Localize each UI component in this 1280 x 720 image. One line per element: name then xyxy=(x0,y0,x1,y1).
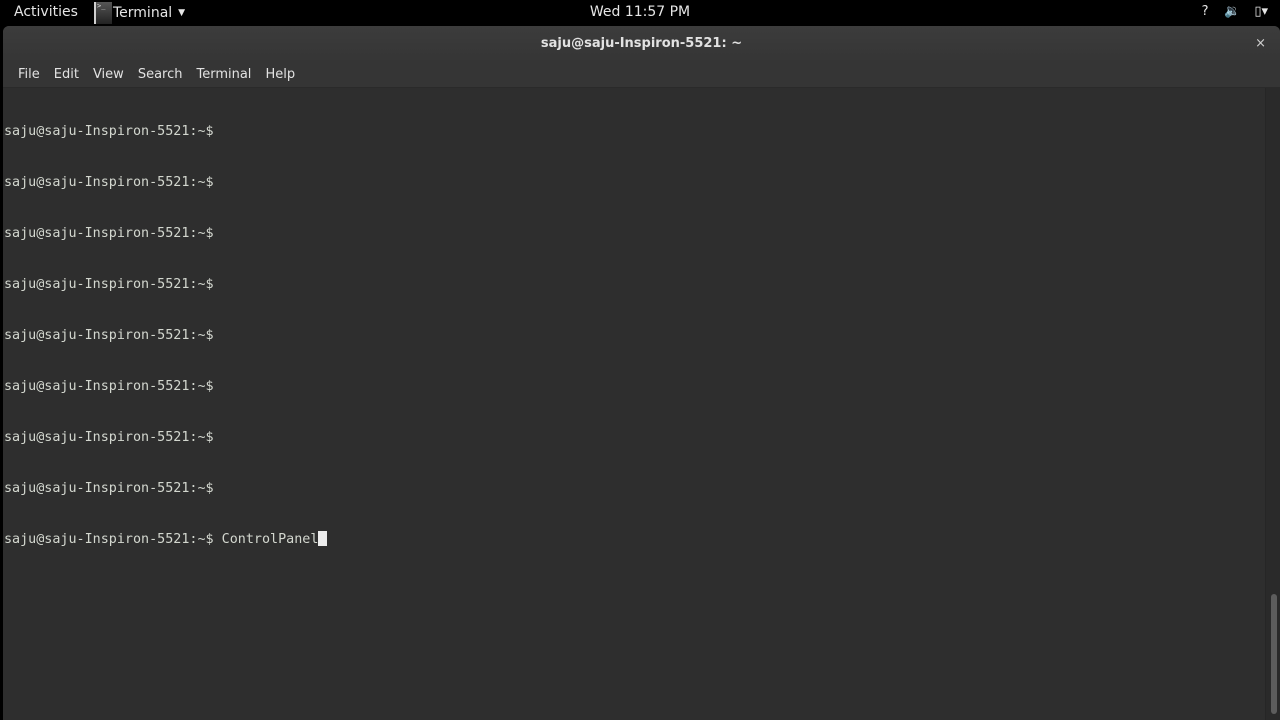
clock-container: Wed 11:57 PM xyxy=(0,4,1280,20)
top-bar: Activities Terminal ▼ Wed 11:57 PM ? 🔉 ▯… xyxy=(0,0,1280,26)
terminal-line: saju@saju-Inspiron-5521:~$ xyxy=(4,328,214,343)
app-menu[interactable]: Terminal ▼ xyxy=(94,0,185,26)
close-icon[interactable]: × xyxy=(1255,26,1266,62)
menu-view[interactable]: View xyxy=(86,67,131,82)
terminal-line: saju@saju-Inspiron-5521:~$ xyxy=(4,481,214,496)
terminal-line: saju@saju-Inspiron-5521:~$ xyxy=(4,175,214,190)
system-status-area[interactable]: ? 🔉 ▯▾ xyxy=(1200,4,1268,19)
power-menu-icon: ▾ xyxy=(1261,4,1268,19)
menu-file[interactable]: File xyxy=(11,67,47,82)
terminal-app-icon xyxy=(94,2,112,24)
menu-help[interactable]: Help xyxy=(258,67,302,82)
terminal-window: saju@saju-Inspiron-5521: ~ × File Edit V… xyxy=(3,26,1280,720)
volume-icon[interactable]: 🔉 xyxy=(1224,4,1240,19)
scrollbar-thumb[interactable] xyxy=(1271,594,1277,714)
menu-search[interactable]: Search xyxy=(131,67,190,82)
chevron-down-icon: ▼ xyxy=(178,8,186,18)
menu-terminal[interactable]: Terminal xyxy=(189,67,258,82)
app-menu-label: Terminal xyxy=(113,5,173,21)
terminal-output[interactable]: saju@saju-Inspiron-5521:~$ saju@saju-Ins… xyxy=(3,88,1265,720)
terminal-prompt: saju@saju-Inspiron-5521:~$ xyxy=(4,532,214,547)
activities-button[interactable]: Activities xyxy=(14,4,78,20)
menu-bar: File Edit View Search Terminal Help xyxy=(3,62,1280,88)
scrollbar[interactable] xyxy=(1265,88,1280,720)
terminal-line: saju@saju-Inspiron-5521:~$ xyxy=(4,379,214,394)
window-title: saju@saju-Inspiron-5521: ~ xyxy=(540,36,743,51)
terminal-line: saju@saju-Inspiron-5521:~$ xyxy=(4,430,214,445)
terminal-line: saju@saju-Inspiron-5521:~$ xyxy=(4,226,214,241)
terminal-line: saju@saju-Inspiron-5521:~$ xyxy=(4,124,214,139)
terminal-current-input[interactable]: ControlPanel xyxy=(222,532,319,547)
text-cursor xyxy=(318,531,328,546)
help-icon[interactable]: ? xyxy=(1200,4,1210,19)
terminal-input-line[interactable]: saju@saju-Inspiron-5521:~$ ControlPanel xyxy=(4,531,1265,548)
title-bar[interactable]: saju@saju-Inspiron-5521: ~ × xyxy=(3,26,1280,62)
terminal-line: saju@saju-Inspiron-5521:~$ xyxy=(4,277,214,292)
menu-edit[interactable]: Edit xyxy=(47,67,86,82)
battery-icon[interactable]: ▯▾ xyxy=(1254,4,1268,19)
clock[interactable]: Wed 11:57 PM xyxy=(590,4,690,20)
